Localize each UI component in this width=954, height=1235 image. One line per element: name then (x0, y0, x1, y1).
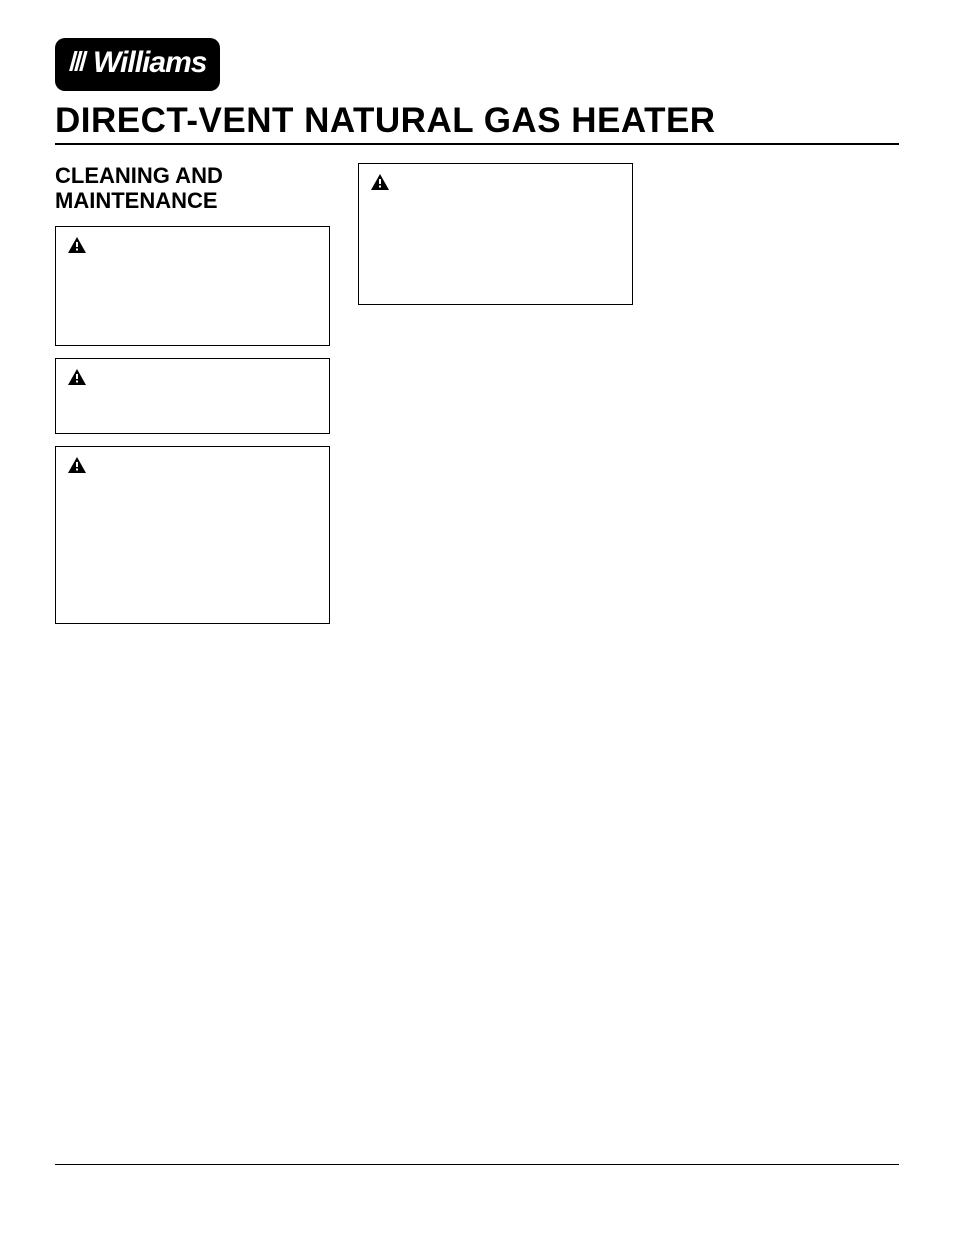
warning-header (68, 237, 317, 253)
warning-header (68, 369, 317, 385)
alert-triangle-icon (68, 237, 86, 253)
logo-stripes-icon (69, 47, 95, 81)
warning-box (55, 446, 330, 624)
column-2 (358, 163, 633, 636)
alert-triangle-icon (68, 369, 86, 385)
section-heading: CLEANING AND MAINTENANCE (55, 163, 330, 214)
footer-divider (55, 1164, 899, 1165)
warning-header (371, 174, 620, 190)
page-title: DIRECT-VENT NATURAL GAS HEATER (55, 101, 899, 145)
warning-box (55, 358, 330, 434)
warning-box (358, 163, 633, 305)
warning-box (55, 226, 330, 346)
alert-triangle-icon (68, 457, 86, 473)
column-1: CLEANING AND MAINTENANCE (55, 163, 330, 636)
alert-triangle-icon (371, 174, 389, 190)
brand-name: Williams (93, 46, 206, 79)
content-columns: CLEANING AND MAINTENANCE (55, 163, 899, 636)
brand-logo: Williams (55, 38, 220, 91)
warning-header (68, 457, 317, 473)
